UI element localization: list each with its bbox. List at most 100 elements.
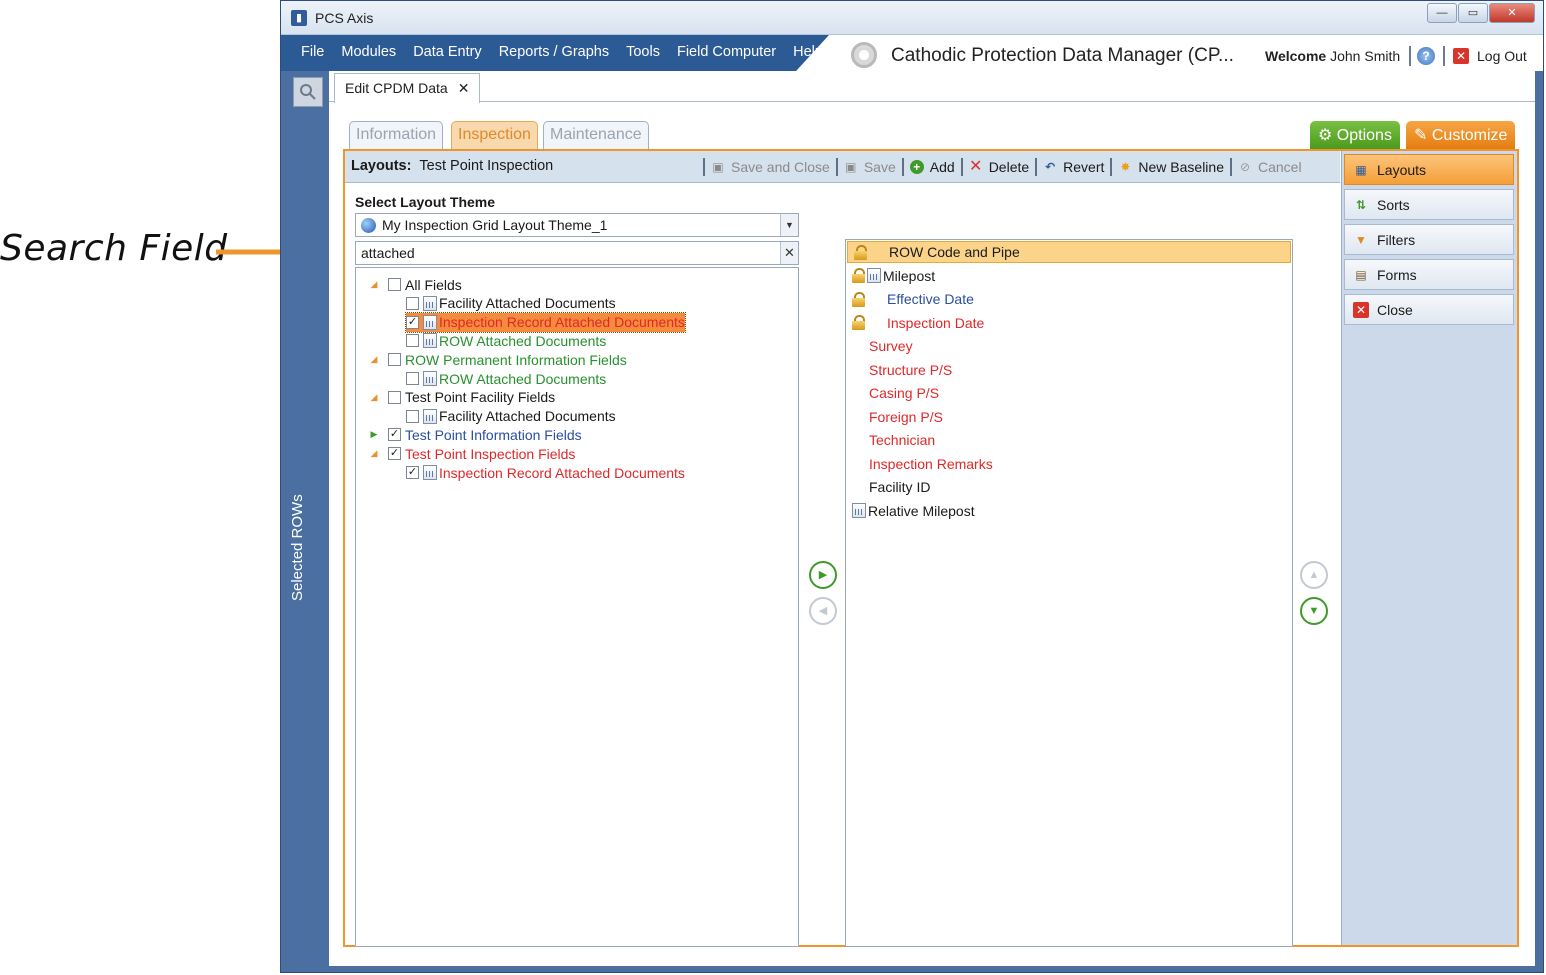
selected-field-row[interactable]: Milepost — [846, 265, 1292, 287]
selected-field-row[interactable]: Foreign P/S — [846, 406, 1292, 428]
tree-checkbox[interactable] — [406, 409, 419, 423]
tree-field[interactable]: Facility Attached Documents — [406, 407, 616, 426]
move-up-button[interactable]: ▲ — [1300, 561, 1328, 589]
save-and-close-button[interactable]: ▣ Save and Close — [711, 159, 830, 175]
tab-information[interactable]: Information — [349, 121, 444, 149]
selected-field-row[interactable]: Facility ID — [846, 476, 1292, 498]
cancel-button[interactable]: ⊘ Cancel — [1238, 159, 1302, 175]
doc-tab-edit-cpdm[interactable]: Edit CPDM Data ✕ — [334, 73, 481, 103]
selected-field-row[interactable]: Survey — [846, 335, 1292, 357]
layout-theme-dropdown[interactable]: My Inspection Grid Layout Theme_1 ▼ — [355, 213, 799, 237]
side-close-button[interactable]: ✕ Close — [1344, 294, 1514, 325]
side-forms-button[interactable]: ▤ Forms — [1344, 259, 1514, 290]
tree-checkbox[interactable]: ✓ — [406, 315, 419, 329]
selected-field-label: Effective Date — [887, 291, 974, 307]
menu-help[interactable]: Help — [793, 44, 823, 60]
tree-checkbox[interactable]: ✓ — [388, 428, 401, 442]
save-button[interactable]: ▣ Save — [844, 159, 896, 175]
delete-label: Delete — [988, 159, 1030, 175]
collapse-triangle-icon[interactable]: ▶ — [368, 429, 380, 440]
expand-triangle-icon[interactable]: ◢ — [368, 279, 380, 290]
tree-group[interactable]: ◢ ✓ Test Point Inspection Fields — [368, 444, 576, 463]
annotation-label: Search Field — [0, 228, 228, 269]
close-window-button[interactable]: ✕ — [1489, 3, 1535, 23]
revert-label: Revert — [1063, 159, 1105, 175]
revert-button[interactable]: ↶ Revert — [1043, 159, 1104, 175]
selected-field-row[interactable]: Effective Date — [846, 288, 1292, 310]
clear-search-icon[interactable]: ✕ — [780, 242, 798, 264]
move-left-button[interactable]: ◀ — [809, 597, 837, 625]
tree-checkbox[interactable] — [388, 390, 401, 404]
arrow-left-icon: ◀ — [818, 605, 828, 617]
tree-label: Facility Attached Documents — [439, 295, 616, 312]
menu-file[interactable]: File — [301, 44, 324, 60]
menu-tools[interactable]: Tools — [626, 44, 660, 60]
logout-button[interactable]: Log Out — [1477, 48, 1527, 64]
layouts-value: Test Point Inspection — [419, 158, 554, 174]
selected-field-label: Relative Milepost — [868, 502, 975, 519]
expand-triangle-icon[interactable]: ◢ — [368, 448, 380, 459]
tree-group[interactable]: ◢ All Fields — [368, 275, 462, 294]
save-close-icon: ▣ — [712, 160, 724, 174]
selected-field-row[interactable]: Inspection Date — [846, 312, 1292, 334]
close-tab-icon[interactable]: ✕ — [458, 80, 470, 96]
tree-group[interactable]: ▶ ✓ Test Point Information Fields — [368, 425, 582, 444]
side-close-label: Close — [1377, 301, 1413, 318]
tree-field[interactable]: ROW Attached Documents — [406, 331, 606, 350]
tree-checkbox[interactable]: ✓ — [406, 466, 419, 479]
minimize-button[interactable]: — — [1427, 3, 1457, 23]
delete-button[interactable]: ✕ Delete — [969, 159, 1030, 176]
selected-field-row[interactable]: Casing P/S — [846, 382, 1292, 404]
move-down-button[interactable]: ▼ — [1300, 597, 1328, 625]
tree-field[interactable]: ROW Attached Documents — [406, 369, 606, 388]
expand-triangle-icon[interactable]: ◢ — [368, 392, 380, 403]
selected-field-label: Inspection Date — [887, 314, 985, 331]
menu-field-computer[interactable]: Field Computer — [677, 44, 776, 60]
search-panel-button[interactable] — [293, 77, 323, 107]
tree-checkbox[interactable] — [388, 278, 401, 291]
expand-triangle-icon[interactable]: ◢ — [368, 354, 380, 365]
chevron-down-icon[interactable]: ▼ — [780, 214, 798, 236]
options-button[interactable]: ⚙ Options — [1310, 121, 1400, 149]
tree-field[interactable]: ✓ Inspection Record Attached Documents — [406, 463, 685, 482]
search-input[interactable] — [356, 242, 780, 264]
selected-field-row[interactable]: Inspection Remarks — [846, 453, 1292, 475]
tree-field[interactable]: Facility Attached Documents — [406, 294, 616, 313]
selected-field-row[interactable]: ROW Code and Pipe — [847, 241, 1291, 263]
tree-group[interactable]: ◢ ROW Permanent Information Fields — [368, 350, 627, 369]
menu-modules[interactable]: Modules — [341, 44, 396, 60]
doc-tab-label: Edit CPDM Data — [345, 80, 448, 96]
selected-rows-label[interactable]: Selected ROWs — [289, 391, 306, 601]
maximize-button[interactable]: ▭ — [1458, 3, 1488, 23]
tree-checkbox[interactable] — [406, 372, 419, 385]
help-icon[interactable]: ? — [1417, 47, 1435, 65]
selected-field-row[interactable]: Structure P/S — [846, 359, 1292, 381]
tree-checkbox[interactable] — [388, 353, 401, 367]
tree-checkbox[interactable] — [406, 334, 419, 348]
new-baseline-button[interactable]: ✸ New Baseline — [1118, 159, 1224, 175]
selected-field-row[interactable]: Technician — [846, 429, 1292, 451]
selected-field-row[interactable]: Relative Milepost — [846, 500, 1292, 522]
add-label: Add — [929, 159, 955, 175]
globe-icon — [361, 218, 376, 233]
tree-label: Inspection Record Attached Documents — [439, 314, 685, 331]
side-filters-button[interactable]: ▼ Filters — [1344, 224, 1514, 255]
menu-data-entry[interactable]: Data Entry — [413, 44, 482, 60]
menu-reports-graphs[interactable]: Reports / Graphs — [499, 44, 609, 60]
tree-field[interactable]: ✓ Inspection Record Attached Documents — [405, 311, 686, 333]
tree-checkbox[interactable]: ✓ — [388, 447, 401, 461]
field-grid-icon — [423, 408, 437, 424]
tree-group[interactable]: ◢ Test Point Facility Fields — [368, 388, 556, 407]
side-sorts-button[interactable]: ⇅ Sorts — [1344, 189, 1514, 220]
logout-icon[interactable]: ✕ — [1453, 48, 1469, 64]
side-layouts-button[interactable]: ▦ Layouts — [1344, 154, 1514, 185]
window-title: PCS Axis — [315, 10, 374, 26]
add-button[interactable]: + Add — [909, 159, 955, 175]
tree-checkbox[interactable] — [406, 296, 419, 310]
customize-button[interactable]: ✎ Customize — [1406, 121, 1516, 149]
tab-inspection[interactable]: Inspection — [451, 121, 538, 149]
tab-maintenance[interactable]: Maintenance — [543, 121, 649, 149]
move-right-button[interactable]: ▶ — [809, 561, 837, 589]
menu-bar: File Modules Data Entry Reports / Graphs… — [281, 35, 1543, 71]
field-grid-icon — [867, 268, 881, 283]
